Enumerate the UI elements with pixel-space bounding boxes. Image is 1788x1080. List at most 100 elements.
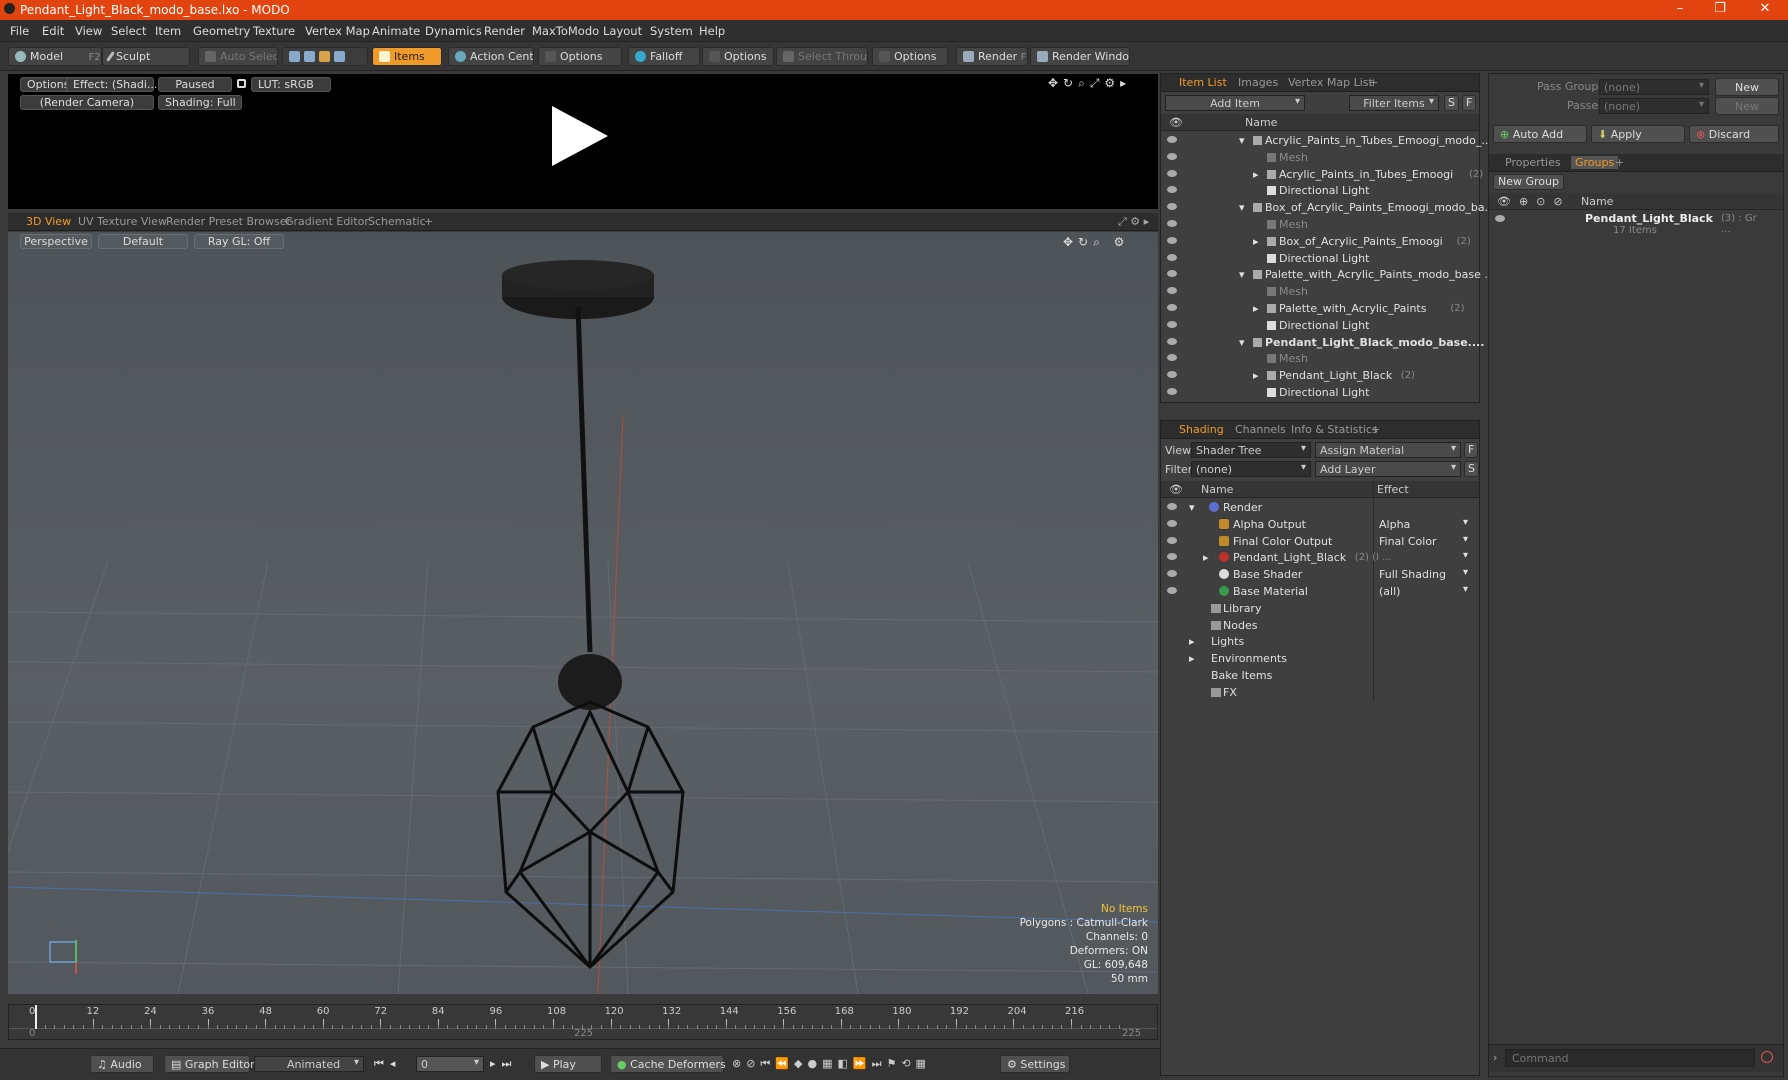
render-preview[interactable]: Options Effect: (Shadi... Paused LUT: sR… xyxy=(8,74,1158,209)
add-tab-button[interactable]: + xyxy=(1369,76,1378,89)
shader-tree-row[interactable]: Alpha Output Alpha ▾ xyxy=(1161,516,1479,533)
tab-schematic[interactable]: Schematic xyxy=(368,215,426,228)
expand-arrow-icon[interactable]: ▸ xyxy=(1253,302,1259,315)
eye-icon[interactable] xyxy=(1167,169,1177,177)
menu-dynamics[interactable]: Dynamics xyxy=(425,24,482,38)
tab-images[interactable]: Images xyxy=(1238,76,1278,89)
effect-dropdown-icon[interactable]: ▾ xyxy=(1463,517,1468,528)
add-item-dropdown[interactable]: Add Item xyxy=(1165,95,1305,111)
expand-arrow-icon[interactable]: ▸ xyxy=(1253,235,1259,248)
tab-channels[interactable]: Channels xyxy=(1235,423,1286,436)
effect-dropdown[interactable]: Effect: (Shadi... xyxy=(66,77,157,92)
shader-tree-row[interactable]: Bake Items xyxy=(1161,667,1479,684)
action-center-options-button[interactable]: Options xyxy=(538,47,622,66)
eye-icon[interactable] xyxy=(1167,236,1177,244)
effect-dropdown-icon[interactable]: ▾ xyxy=(1463,550,1468,561)
menu-render[interactable]: Render xyxy=(484,24,525,38)
action-center-button[interactable]: Action Center xyxy=(448,47,534,66)
falloff-options-button[interactable]: Options xyxy=(702,47,774,66)
auto-select-button[interactable]: Auto Select xyxy=(198,47,278,66)
materials-icon[interactable] xyxy=(334,51,345,62)
model-button[interactable]: Model F2 xyxy=(8,47,102,66)
tab-render-preset-browser[interactable]: Render Preset Browser xyxy=(166,215,291,228)
add-tab-button[interactable]: + xyxy=(424,215,433,228)
expand-arrow-icon[interactable]: ▾ xyxy=(1239,268,1245,281)
tab-gradient-editor[interactable]: Gradient Editor xyxy=(285,215,369,228)
command-input[interactable] xyxy=(1505,1049,1755,1067)
effect-value[interactable]: Full Shading xyxy=(1379,568,1446,581)
timeline-ruler[interactable]: 0 12 24 36 48 60 72 84 96 108 120 132 144 156 168 180 19… xyxy=(9,1005,1157,1029)
projection-dropdown[interactable]: Perspective xyxy=(20,234,92,249)
frame-field[interactable]: 0 xyxy=(416,1056,484,1072)
effect-dropdown-icon[interactable]: ▾ xyxy=(1463,584,1468,595)
play-icon[interactable] xyxy=(552,106,608,166)
edges-icon[interactable] xyxy=(304,51,315,62)
tab-info-statistics[interactable]: Info & Statistics xyxy=(1291,423,1378,436)
menu-texture[interactable]: Texture xyxy=(253,24,295,38)
shader-tree-row[interactable]: Nodes xyxy=(1161,617,1479,634)
skip-start-icons[interactable]: ⏮◂ xyxy=(374,1057,401,1071)
tab-uv-texture-view[interactable]: UV Texture View xyxy=(78,215,167,228)
eye-icon[interactable] xyxy=(1167,287,1177,295)
item-list-row[interactable]: ▾ Acrylic_Paints_in_Tubes_Emoogi_modo_... xyxy=(1161,132,1492,149)
render-button[interactable]: Render F9 xyxy=(956,47,1028,66)
minimize-button[interactable]: – xyxy=(1660,1,1700,16)
items-mode-button[interactable]: Items xyxy=(372,47,442,66)
shading-f-button[interactable]: F xyxy=(1464,442,1479,458)
new-pass-group-button[interactable]: New xyxy=(1715,78,1779,96)
effect-value[interactable]: (all) xyxy=(1379,585,1400,598)
select-through-button[interactable]: Select Through xyxy=(776,47,868,66)
item-list-row[interactable]: Directional Light xyxy=(1161,182,1479,199)
key-tools-icons[interactable]: ⊗⊘⏮⏪◆●▦◧⏩⏭⚑⟲▦ xyxy=(732,1057,931,1071)
tab-groups[interactable]: Groups xyxy=(1571,156,1619,169)
tab-properties[interactable]: Properties xyxy=(1505,156,1561,169)
filter-dropdown[interactable]: (none) xyxy=(1191,461,1311,477)
eye-icon[interactable] xyxy=(1167,371,1177,379)
paused-button[interactable]: Paused xyxy=(158,77,232,92)
item-list-row[interactable]: ▸ Palette_with_Acrylic_Paints (2) xyxy=(1161,300,1479,317)
passes-dropdown[interactable]: (none) xyxy=(1599,98,1709,114)
item-list-row[interactable]: Mesh xyxy=(1161,350,1479,367)
apply-button[interactable]: ⬇ Apply xyxy=(1591,125,1685,143)
shading-dropdown[interactable]: Shading: Full xyxy=(158,95,242,110)
menu-animate[interactable]: Animate xyxy=(372,24,420,38)
tab-vertex-map-list[interactable]: Vertex Map List xyxy=(1288,76,1373,89)
selection-mode-icons[interactable] xyxy=(282,47,368,66)
graph-editor-button[interactable]: ▤ Graph Editor xyxy=(164,1055,255,1073)
expand-arrow-icon[interactable]: ▾ xyxy=(1239,134,1245,147)
eye-icon[interactable] xyxy=(1167,136,1177,143)
shader-tree-row[interactable]: ▸ Lights xyxy=(1161,633,1479,650)
expand-arrow-icon[interactable]: ▾ xyxy=(1239,336,1245,349)
shader-tree-row[interactable]: Base Shader Full Shading ▾ xyxy=(1161,566,1479,583)
effect-dropdown-icon[interactable]: ▾ xyxy=(1463,534,1468,545)
camera-dropdown[interactable]: (Render Camera) xyxy=(20,95,154,110)
expand-icon[interactable]: ⤢ ⚙ ▸ xyxy=(1118,215,1149,229)
viewport-nav-icons[interactable]: ✥↻⌕ ⚙ xyxy=(1063,235,1129,250)
auto-add-button[interactable]: ⊕ Auto Add xyxy=(1493,125,1587,143)
eye-icon[interactable] xyxy=(1167,354,1177,362)
item-list-row[interactable]: Directional Light xyxy=(1161,317,1479,334)
eye-icon[interactable] xyxy=(1167,220,1177,227)
eye-icon[interactable] xyxy=(1167,503,1177,510)
eye-icon[interactable] xyxy=(1167,186,1177,194)
shader-tree-row[interactable]: Final Color Output Final Color ▾ xyxy=(1161,533,1479,550)
item-list-row[interactable]: ▸ Pendant_Light_Black (2) xyxy=(1161,367,1479,384)
expand-arrow-icon[interactable]: ▸ xyxy=(1189,652,1195,665)
render-window-button[interactable]: Render Window xyxy=(1030,47,1130,66)
menu-edit[interactable]: Edit xyxy=(42,24,64,38)
filter-items-field[interactable]: Filter Items xyxy=(1349,95,1439,111)
shader-tree-row[interactable]: Library xyxy=(1161,600,1479,617)
item-list-row[interactable]: ▾ Box_of_Acrylic_Paints_Emoogi_modo_ba... xyxy=(1161,199,1495,216)
style-dropdown[interactable]: Default xyxy=(98,234,188,249)
effect-dropdown-icon[interactable]: ▾ xyxy=(1463,567,1468,578)
cache-deformers-button[interactable]: ● Cache Deformers xyxy=(610,1055,726,1073)
tab-shading[interactable]: Shading xyxy=(1179,423,1224,436)
lut-dropdown[interactable]: LUT: sRGB xyxy=(251,77,331,92)
filter-f-button[interactable]: F xyxy=(1462,95,1477,111)
menu-maxtomodo[interactable]: MaxToModo xyxy=(532,24,599,38)
shading-s-button[interactable]: S xyxy=(1464,461,1479,477)
eye-icon[interactable] xyxy=(1167,304,1177,311)
item-list-row[interactable]: Mesh xyxy=(1161,283,1479,300)
new-pass-button[interactable]: New xyxy=(1715,97,1779,115)
expand-arrow-icon[interactable]: ▸ xyxy=(1253,369,1259,382)
